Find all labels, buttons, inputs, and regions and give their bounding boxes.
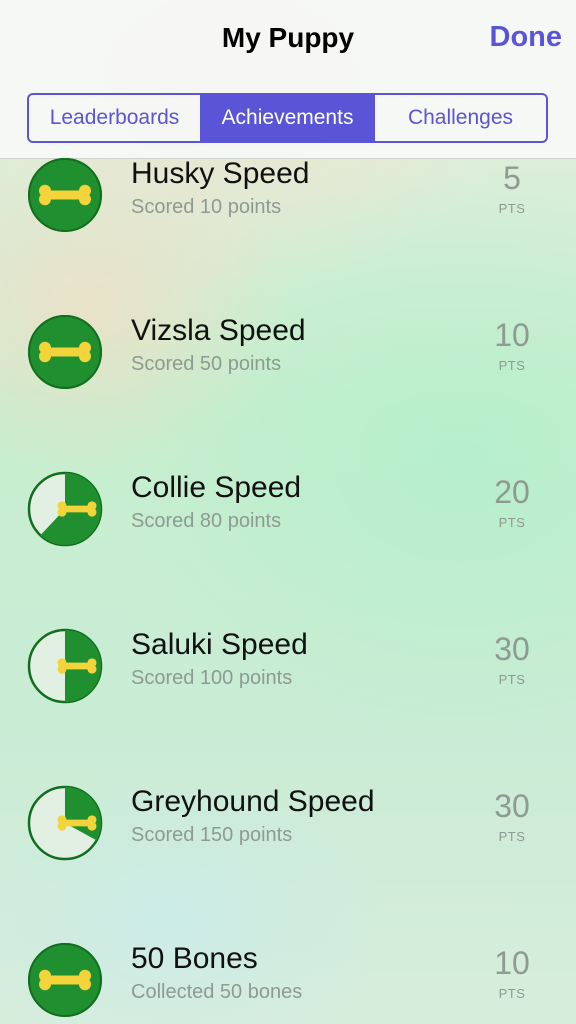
achievement-title: Vizsla Speed — [131, 314, 306, 347]
points-unit-label: PTS — [498, 986, 526, 1001]
points-unit-label: PTS — [498, 515, 526, 530]
bone-icon — [39, 969, 91, 991]
achievement-subtitle: Scored 80 points — [131, 510, 282, 532]
achievement-row[interactable]: Saluki Speed Scored 100 points 30 PTS — [0, 587, 576, 743]
achievement-title: Husky Speed — [131, 158, 310, 190]
points-unit-label: PTS — [498, 358, 526, 373]
achievement-row[interactable]: Collie Speed Scored 80 points 20 PTS — [0, 430, 576, 586]
tab-achievements[interactable]: Achievements — [202, 95, 375, 141]
achievement-badge — [27, 471, 103, 547]
bone-icon — [39, 341, 91, 363]
segmented-control: Leaderboards Achievements Challenges — [27, 93, 548, 143]
achievement-subtitle: Scored 10 points — [131, 196, 282, 218]
achievement-row[interactable]: Greyhound Speed Scored 150 points 30 PTS — [0, 744, 576, 900]
navigation-bar: My Puppy Done — [0, 0, 576, 81]
achievements-list: Husky Speed Scored 10 points 5 PTS Vizsla Sp… — [0, 158, 576, 1024]
bone-icon — [57, 658, 97, 674]
achievement-badge — [27, 942, 103, 1018]
achievement-badge — [27, 628, 103, 704]
achievement-title: 50 Bones — [131, 942, 258, 975]
segment-bar: Leaderboards Achievements Challenges — [0, 80, 576, 159]
achievement-row[interactable]: Husky Speed Scored 10 points 5 PTS — [0, 158, 576, 272]
achievement-badge — [27, 314, 103, 390]
bone-icon — [57, 815, 97, 831]
tab-leaderboards[interactable]: Leaderboards — [29, 95, 202, 141]
points-value: 30 — [494, 788, 530, 824]
points-unit-label: PTS — [498, 672, 526, 687]
bone-icon — [57, 501, 97, 517]
achievement-badge — [27, 158, 103, 233]
points-unit-label: PTS — [498, 201, 526, 216]
points-value: 30 — [494, 631, 530, 667]
achievement-row[interactable]: 50 Bones Collected 50 bones 10 PTS — [0, 901, 576, 1024]
achievement-title: Saluki Speed — [131, 628, 308, 661]
achievement-subtitle: Scored 100 points — [131, 667, 293, 689]
achievement-subtitle: Collected 50 bones — [131, 981, 303, 1003]
achievement-subtitle: Scored 150 points — [131, 824, 293, 846]
points-value: 10 — [494, 945, 530, 981]
done-button[interactable]: Done — [490, 21, 563, 54]
achievement-title: Collie Speed — [131, 471, 302, 504]
points-value: 5 — [503, 160, 521, 196]
tab-challenges[interactable]: Challenges — [375, 95, 546, 141]
points-value: 20 — [494, 474, 530, 510]
achievement-subtitle: Scored 50 points — [131, 353, 282, 375]
achievement-row[interactable]: Vizsla Speed Scored 50 points 10 PTS — [0, 273, 576, 429]
achievement-badge — [27, 785, 103, 861]
achievement-title: Greyhound Speed — [131, 785, 375, 818]
points-unit-label: PTS — [498, 829, 526, 844]
points-value: 10 — [494, 317, 530, 353]
bone-icon — [39, 184, 91, 206]
